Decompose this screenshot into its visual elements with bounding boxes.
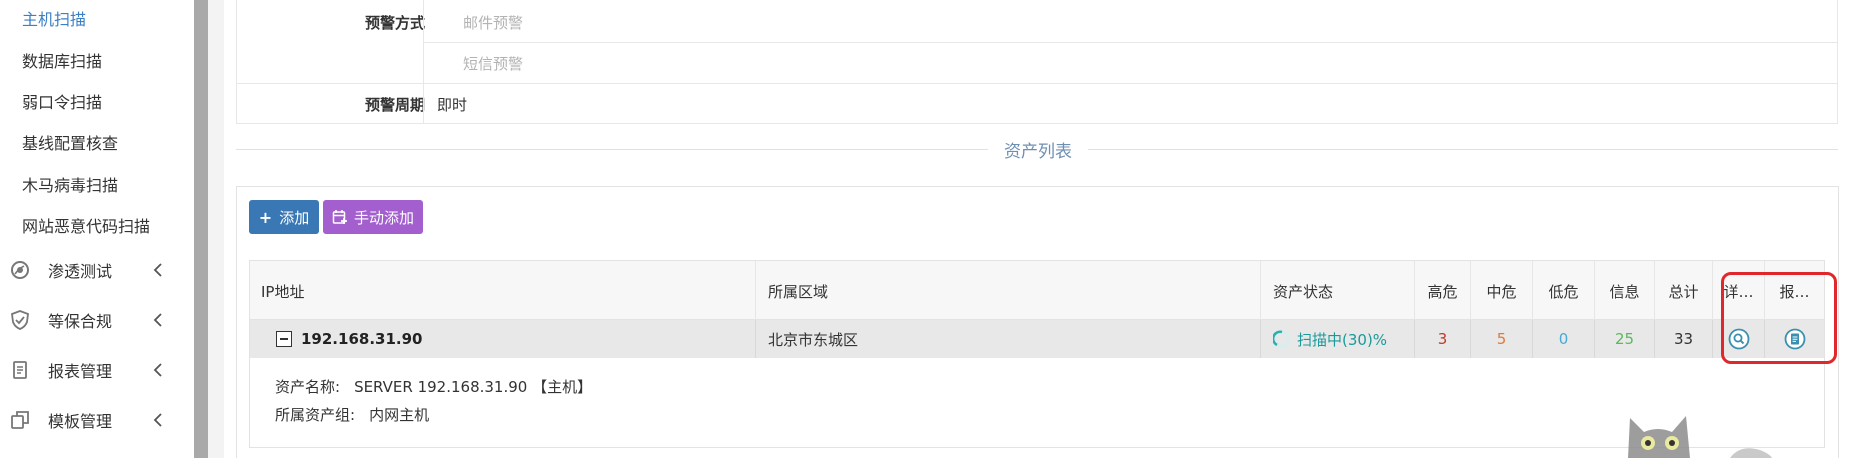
sidebar-item-database-scan[interactable]: 数据库扫描 xyxy=(22,48,102,72)
sidebar-group-compliance[interactable]: 等保合规 xyxy=(0,300,194,340)
asset-status-text: 扫描中(30)% xyxy=(1297,330,1388,349)
asset-detail-panel: 资产名称: SERVER 192.168.31.90 【主机】 所属资产组: 内网主… xyxy=(249,358,1825,448)
loading-spinner-icon xyxy=(1273,330,1291,348)
manual-add-button-label: 手动添加 xyxy=(353,208,414,227)
alert-period-label: 预警周期 xyxy=(364,96,425,114)
template-icon xyxy=(11,411,29,429)
column-header-ip[interactable]: IP地址 xyxy=(261,261,751,321)
alert-email-option[interactable]: 邮件预警 xyxy=(463,12,523,33)
asset-list-panel: + 添加 手动添加 IP地址 所属区域 资产状态 高危 中危 低危 信息 总计 … xyxy=(236,186,1839,458)
sidebar-item-host-scan[interactable]: 主机扫描 xyxy=(22,6,86,30)
column-header-total[interactable]: 总计 xyxy=(1654,261,1712,321)
asset-name-label: 资产名称: xyxy=(275,378,341,396)
asset-status: 扫描中(30)% xyxy=(1260,320,1414,358)
asset-info-count: 25 xyxy=(1594,320,1654,358)
asset-low-count: 0 xyxy=(1532,320,1594,358)
sidebar-item-trojan-scan[interactable]: 木马病毒扫描 xyxy=(22,172,118,196)
form-row-alert-method: 预警方式 邮件预警 短信预警 xyxy=(237,0,1837,84)
sidebar-item-web-malware-scan[interactable]: 网站恶意代码扫描 xyxy=(22,213,150,237)
sidebar-group-label: 模板管理 xyxy=(48,412,113,431)
column-header-high[interactable]: 高危 xyxy=(1414,261,1470,321)
column-header-status[interactable]: 资产状态 xyxy=(1260,261,1414,321)
sidebar-group-label: 报表管理 xyxy=(48,362,113,381)
column-header-info[interactable]: 信息 xyxy=(1594,261,1654,321)
content-gutter xyxy=(208,0,224,458)
alert-period-value: 即时 xyxy=(437,96,468,114)
add-button[interactable]: + 添加 xyxy=(249,200,319,234)
sidebar: 主机扫描 数据库扫描 弱口令扫描 基线配置核查 木马病毒扫描 网站恶意代码扫描 … xyxy=(0,0,194,458)
sidebar-group-reports[interactable]: 报表管理 xyxy=(0,350,194,390)
manual-add-button[interactable]: 手动添加 xyxy=(323,200,423,234)
column-header-medium[interactable]: 中危 xyxy=(1470,261,1532,321)
alert-method-label: 预警方式 xyxy=(364,14,425,32)
compass-icon xyxy=(11,261,29,279)
form-separator xyxy=(423,84,424,124)
sidebar-group-pentest[interactable]: 渗透测试 xyxy=(0,250,194,290)
chevron-left-icon xyxy=(153,263,162,277)
alert-sms-option[interactable]: 短信预警 xyxy=(463,53,523,74)
calendar-add-icon xyxy=(332,210,347,224)
asset-name-line: 资产名称: SERVER 192.168.31.90 【主机】 xyxy=(275,376,592,397)
sidebar-item-baseline-check[interactable]: 基线配置核查 xyxy=(22,130,118,154)
sidebar-item-weak-password-scan[interactable]: 弱口令扫描 xyxy=(22,89,102,113)
asset-ip: 192.168.31.90 xyxy=(301,330,423,348)
add-button-label: 添加 xyxy=(279,208,310,227)
section-title: 资产列表 xyxy=(1004,142,1072,162)
shield-icon xyxy=(11,310,29,330)
asset-high-count: 3 xyxy=(1414,320,1470,358)
collapse-toggle-icon[interactable] xyxy=(276,331,292,347)
cat-paw-icon xyxy=(1730,448,1772,458)
form-row-alert-period: 预警周期 即时 xyxy=(237,84,1837,124)
column-header-region[interactable]: 所属区域 xyxy=(755,261,1260,321)
sidebar-scrollbar[interactable] xyxy=(194,0,208,458)
chevron-left-icon xyxy=(153,413,162,427)
asset-group-value: 内网主机 xyxy=(369,406,430,424)
asset-region: 北京市东城区 xyxy=(755,320,1260,358)
highlight-annotation xyxy=(1721,272,1837,364)
chevron-left-icon xyxy=(153,313,162,327)
section-divider-right xyxy=(1088,149,1838,150)
report-icon xyxy=(13,361,27,379)
table-row[interactable]: 192.168.31.90 北京市东城区 扫描中(30)% 3 5 0 25 3… xyxy=(249,320,1825,358)
sidebar-group-label: 等保合规 xyxy=(48,312,113,331)
sidebar-group-label: 渗透测试 xyxy=(48,262,113,281)
asset-total-count: 33 xyxy=(1654,320,1712,358)
table-header: IP地址 所属区域 资产状态 高危 中危 低危 信息 总计 详… 报… xyxy=(249,260,1825,321)
alert-settings-form: 预警方式 邮件预警 短信预警 预警周期 即时 xyxy=(236,0,1838,124)
plus-icon: + xyxy=(258,207,273,227)
section-divider-left xyxy=(236,149,988,150)
form-inner-divider xyxy=(424,42,1837,43)
column-header-low[interactable]: 低危 xyxy=(1532,261,1594,321)
asset-group-line: 所属资产组: 内网主机 xyxy=(275,404,429,425)
asset-name-value: SERVER 192.168.31.90 【主机】 xyxy=(354,378,593,396)
chevron-left-icon xyxy=(153,363,162,377)
sidebar-group-templates[interactable]: 模板管理 xyxy=(0,400,194,440)
asset-medium-count: 5 xyxy=(1470,320,1532,358)
asset-group-label: 所属资产组: xyxy=(275,406,356,424)
